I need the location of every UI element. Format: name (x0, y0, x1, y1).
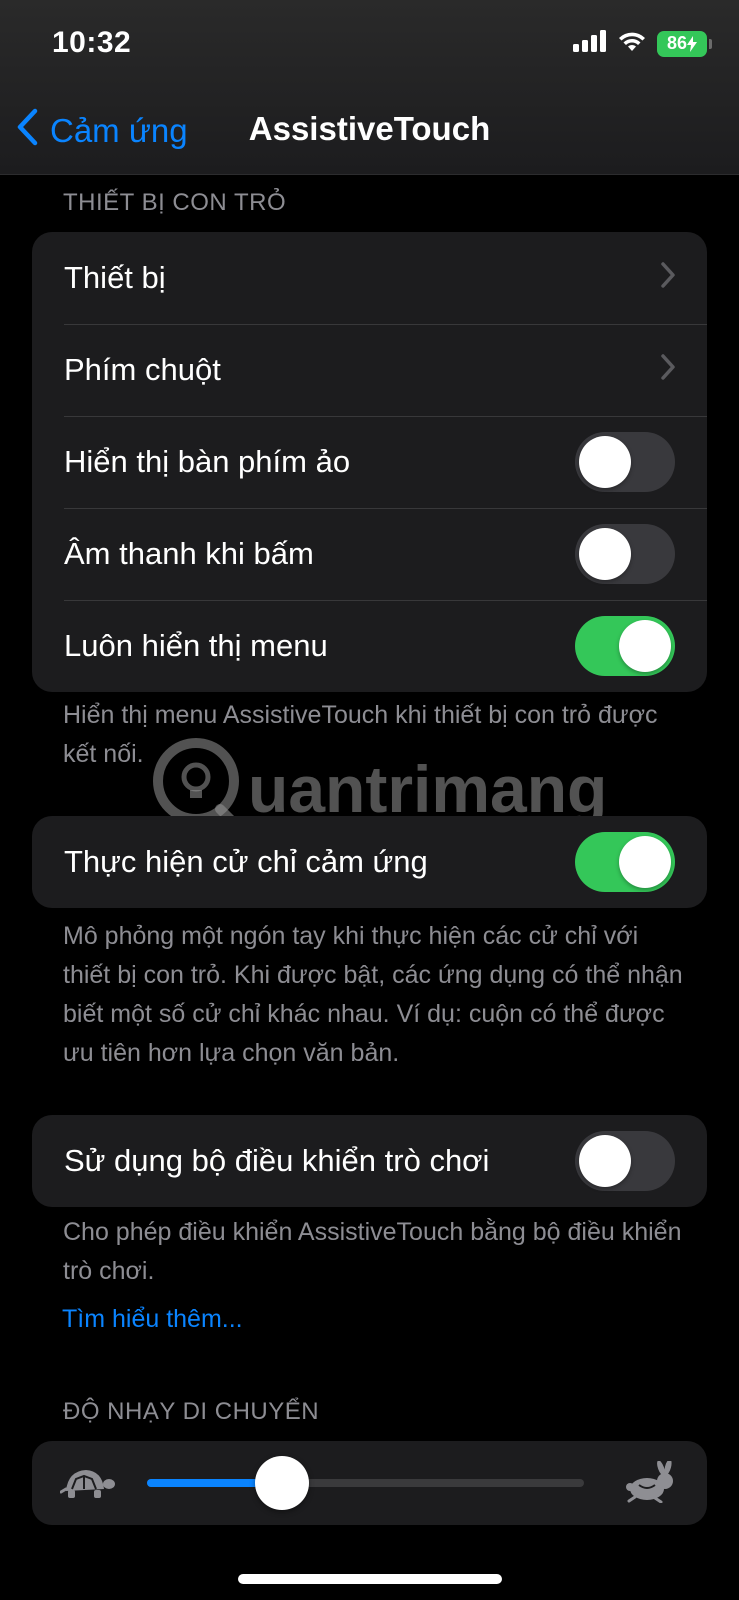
wifi-icon (617, 30, 647, 57)
page-title: AssistiveTouch (248, 110, 491, 147)
row-label: Thực hiện cử chỉ cảm ứng (64, 844, 428, 879)
row-label: Âm thanh khi bấm (64, 536, 314, 571)
toggle-knob (619, 836, 671, 888)
row-always-show-menu: Luôn hiển thị menu (32, 600, 707, 692)
use-game-controller-toggle[interactable] (575, 1131, 675, 1191)
row-label: Luôn hiển thị menu (64, 628, 328, 663)
toggle-knob (579, 436, 631, 488)
toggle-knob (619, 620, 671, 672)
learn-more-link[interactable]: Tìm hiểu thêm... (62, 1305, 243, 1334)
home-indicator[interactable] (238, 1574, 502, 1584)
game-controller-footer: Cho phép điều khiển AssistiveTouch bằng … (63, 1218, 682, 1285)
perform-touch-gestures-toggle[interactable] (575, 832, 675, 892)
section-header-pointer-devices: THIẾT BỊ CON TRỎ (63, 189, 287, 216)
pointer-devices-footer: Hiển thị menu AssistiveTouch khi thiết b… (63, 701, 658, 768)
row-show-onscreen-keyboard: Hiển thị bàn phím ảo (32, 416, 707, 508)
perform-touch-gestures-group: Thực hiện cử chỉ cảm ứng (32, 816, 707, 908)
cellular-signal-icon (573, 30, 607, 57)
status-icons: 86 (573, 30, 712, 57)
row-label: Sử dụng bộ điều khiển trò chơi (64, 1143, 490, 1178)
toggle-knob (579, 528, 631, 580)
row-use-game-controller: Sử dụng bộ điều khiển trò chơi (32, 1115, 707, 1207)
screen: 10:32 86 Cảm ứng AssistiveTouch THIẾT BỊ… (0, 0, 739, 1600)
chevron-right-icon (661, 352, 675, 388)
always-show-menu-toggle[interactable] (575, 616, 675, 676)
slider-thumb[interactable] (255, 1456, 310, 1510)
navigation-bar: 10:32 86 Cảm ứng AssistiveTouch (0, 0, 739, 175)
click-sound-toggle[interactable] (575, 524, 675, 584)
status-time: 10:32 (52, 26, 132, 59)
row-label: Thiết bị (64, 260, 166, 295)
row-devices[interactable]: Thiết bị (32, 232, 707, 324)
tracking-sensitivity-group (32, 1441, 707, 1525)
pointer-devices-group: Thiết bị Phím chuột Hiển thị bàn phím ảo… (32, 232, 707, 692)
rabbit-icon (625, 1459, 677, 1508)
row-label: Phím chuột (64, 352, 221, 387)
charging-bolt-icon (687, 35, 698, 52)
game-controller-group: Sử dụng bộ điều khiển trò chơi (32, 1115, 707, 1207)
chevron-right-icon (661, 260, 675, 296)
section-header-tracking-sensitivity: ĐỘ NHẠY DI CHUYỂN (63, 1398, 320, 1425)
row-label: Hiển thị bàn phím ảo (64, 444, 351, 479)
perform-touch-gestures-footer: Mô phỏng một ngón tay khi thực hiện các … (63, 922, 683, 1067)
row-perform-touch-gestures: Thực hiện cử chỉ cảm ứng (32, 816, 707, 908)
row-mouse-keys[interactable]: Phím chuột (32, 324, 707, 416)
battery-level: 86 (666, 33, 688, 53)
turtle-icon (59, 1465, 116, 1506)
tracking-sensitivity-slider[interactable] (147, 1456, 584, 1510)
battery-icon: 86 (657, 30, 712, 57)
toggle-knob (579, 1135, 631, 1187)
show-onscreen-keyboard-toggle[interactable] (575, 432, 675, 492)
row-click-sound: Âm thanh khi bấm (32, 508, 707, 600)
